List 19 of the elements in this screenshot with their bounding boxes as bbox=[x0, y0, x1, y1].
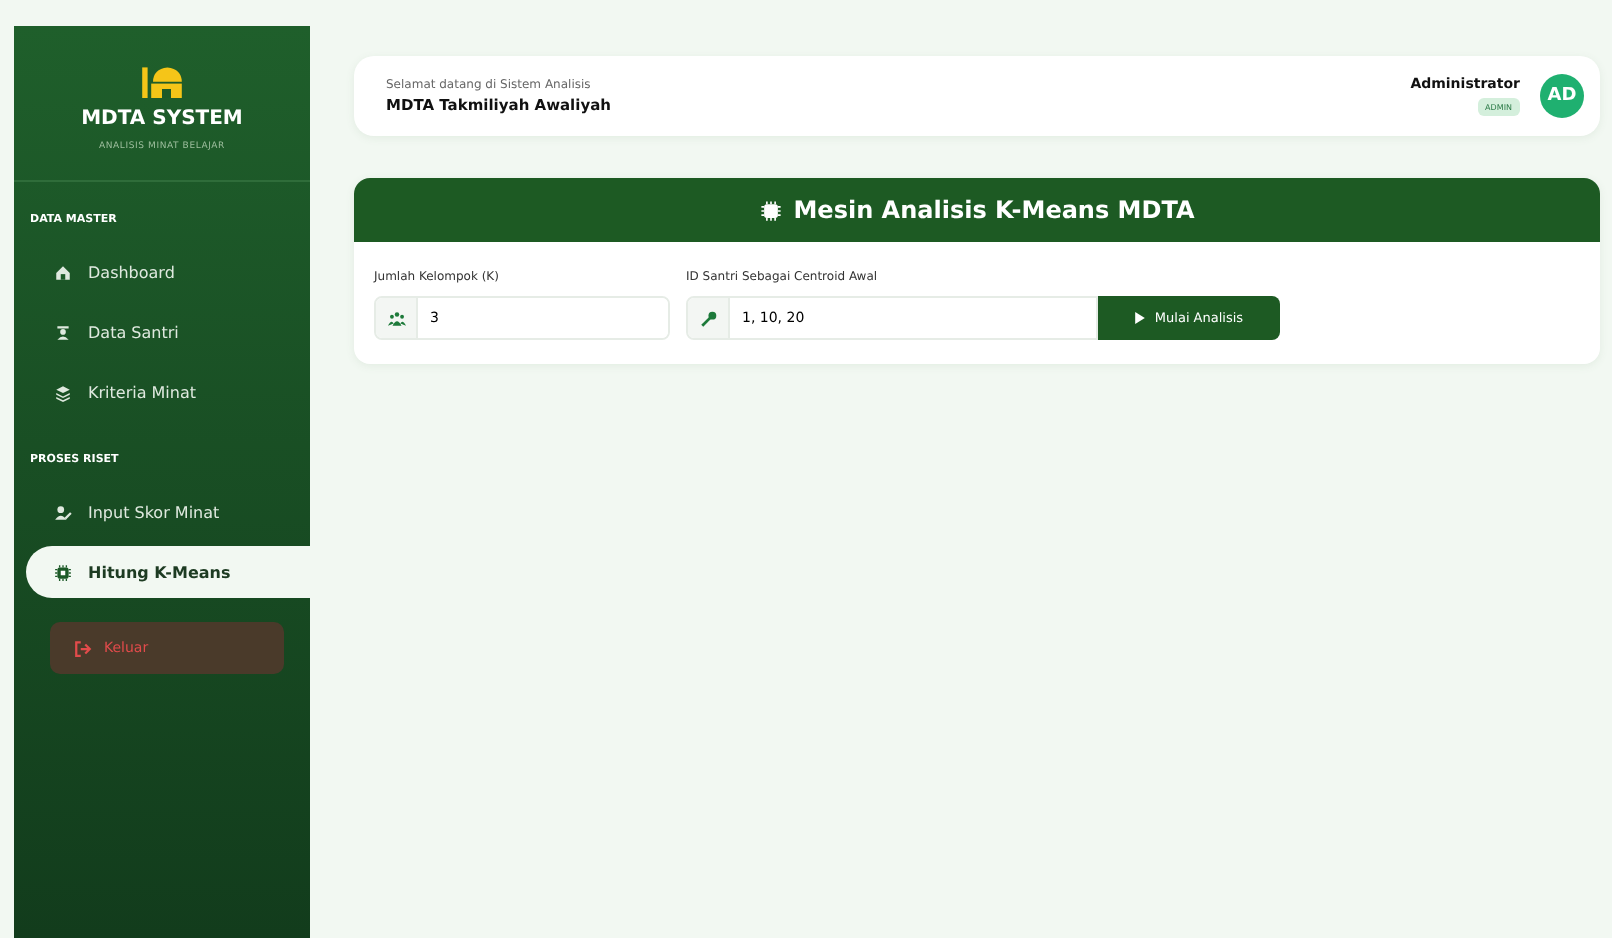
nav-item[interactable]: Data Santri bbox=[26, 306, 310, 358]
nav-item[interactable]: Hitung K-Means bbox=[26, 546, 310, 598]
chip-icon bbox=[759, 199, 782, 221]
mosque-icon bbox=[140, 62, 184, 98]
chip-icon bbox=[54, 563, 72, 581]
nav-item[interactable]: Kriteria Minat bbox=[26, 366, 310, 418]
brand-title: MDTA SYSTEM bbox=[81, 108, 243, 130]
avatar: AD bbox=[1540, 74, 1584, 118]
house-icon bbox=[54, 263, 72, 281]
nav-item[interactable]: Dashboard bbox=[26, 246, 310, 298]
nav-item[interactable]: Input Skor Minat bbox=[26, 486, 310, 538]
layers-icon bbox=[54, 383, 72, 401]
key-icon bbox=[699, 309, 717, 327]
person-icon bbox=[54, 323, 72, 341]
play-icon bbox=[1134, 312, 1147, 324]
logout-icon bbox=[74, 639, 92, 657]
user-pen-icon bbox=[54, 503, 72, 521]
panel-title: Mesin Analisis K-Means MDTA bbox=[793, 196, 1195, 224]
users-icon bbox=[387, 309, 405, 327]
